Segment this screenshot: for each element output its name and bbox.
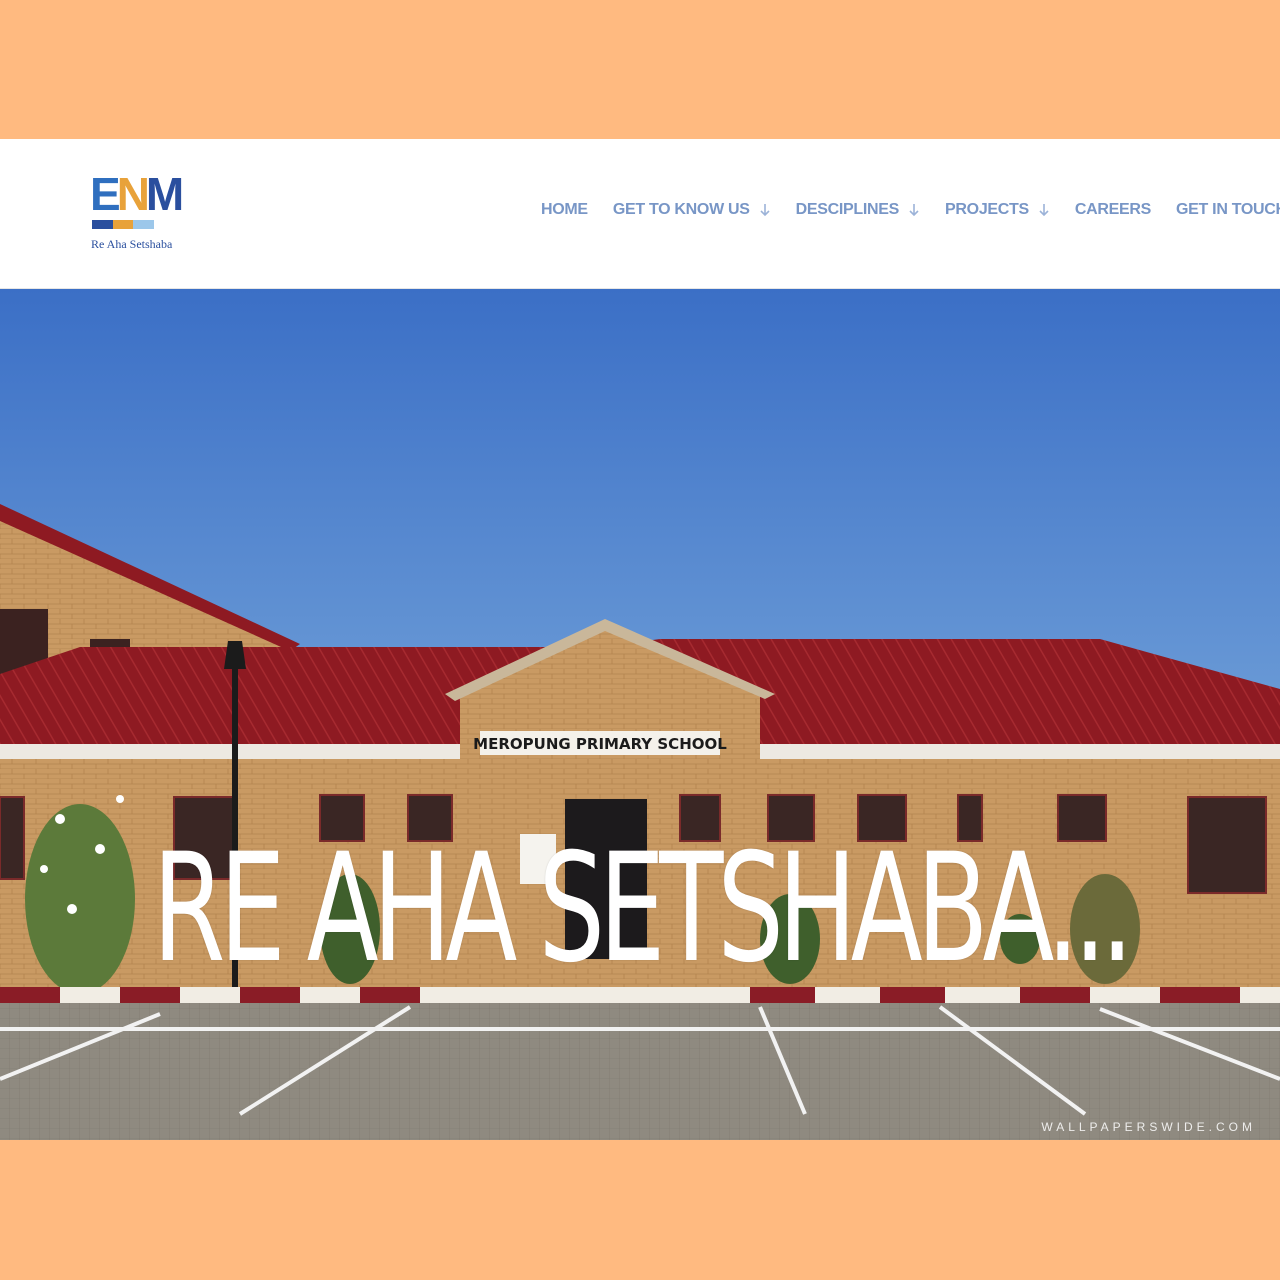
site-header: ENM Re Aha Setshaba HOME GET TO KNOW US … <box>0 139 1280 289</box>
nav-label: GET IN TOUCH <box>1176 201 1280 218</box>
building-sign: MEROPUNG PRIMARY SCHOOL <box>473 735 727 753</box>
logo-tagline: Re Aha Setshaba <box>91 237 173 251</box>
nav-item-projects[interactable]: PROJECTS <box>945 201 1050 219</box>
arrow-down-icon <box>760 204 770 217</box>
browser-frame: ENM Re Aha Setshaba HOME GET TO KNOW US … <box>0 139 1280 1140</box>
logo-color-strip <box>92 220 155 229</box>
nav-label: HOME <box>541 201 588 218</box>
hero-title: RE AHA SETSHABA... <box>152 822 1134 996</box>
nav-item-careers[interactable]: CAREERS <box>1075 201 1151 219</box>
logo-letter-n: N <box>116 168 150 220</box>
school-building-photo: MEROPUNG PRIMARY SCHOOL <box>0 289 1280 1140</box>
main-nav: HOME GET TO KNOW US DESCIPLINES PROJECTS… <box>541 199 1280 221</box>
hero-banner: MEROPUNG PRIMARY SCHOOL RE AHA SETSHABA.… <box>0 289 1280 1140</box>
nav-label: PROJECTS <box>945 201 1029 218</box>
nav-item-home[interactable]: HOME <box>541 201 588 219</box>
logo[interactable]: ENM Re Aha Setshaba <box>90 168 184 257</box>
logo-letter-e: E <box>90 168 121 220</box>
nav-item-get-in-touch[interactable]: GET IN TOUCH <box>1176 201 1280 219</box>
nav-label: CAREERS <box>1074 201 1152 218</box>
watermark: WALLPAPERSWIDE.COM <box>1041 1120 1256 1134</box>
logo-letter-m: M <box>145 168 184 220</box>
arrow-down-icon <box>909 204 919 217</box>
nav-label: GET TO KNOW US <box>612 201 750 218</box>
logo-mark: ENM <box>90 168 184 220</box>
nav-label: DESCIPLINES <box>795 201 900 218</box>
nav-item-desciplines[interactable]: DESCIPLINES <box>796 201 920 219</box>
nav-item-get-to-know-us[interactable]: GET TO KNOW US <box>613 201 771 219</box>
arrow-down-icon <box>1039 204 1049 217</box>
